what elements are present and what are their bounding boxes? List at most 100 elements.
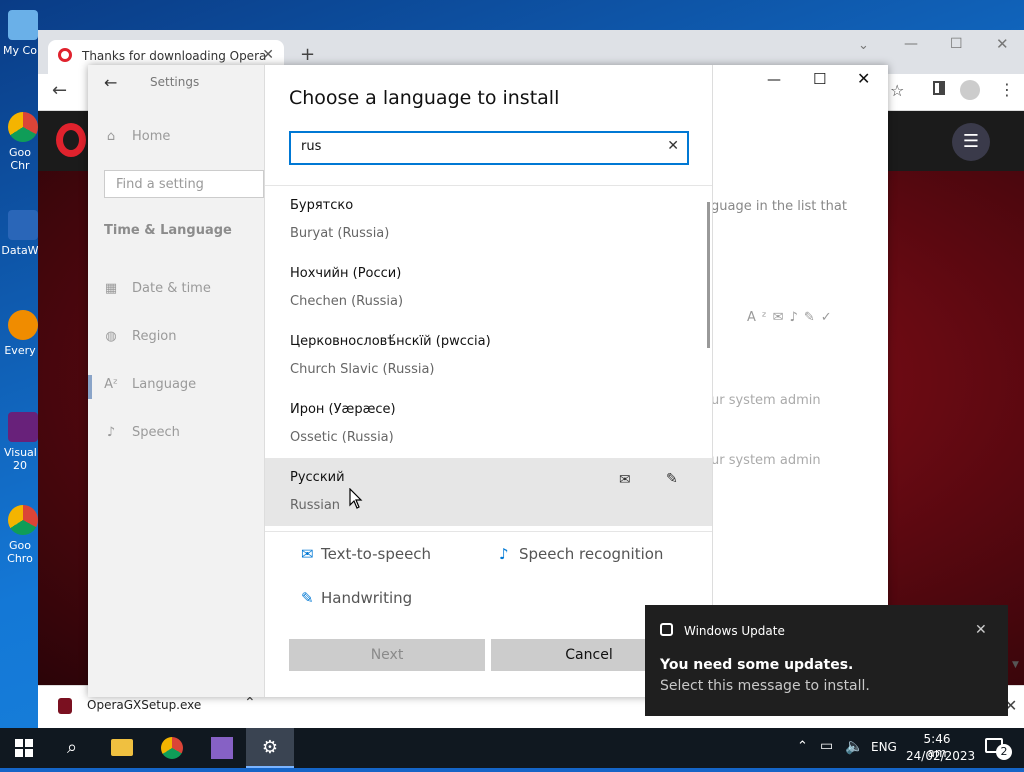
close-window-icon[interactable]: ✕ (996, 35, 1009, 53)
volume-icon[interactable]: 🔈 (845, 737, 864, 755)
chevron-up-icon[interactable]: ⌃ (244, 695, 256, 711)
back-arrow-icon[interactable]: ← (104, 73, 117, 92)
find-setting-input[interactable]: Find a setting (104, 170, 264, 198)
background-text: ur system admin (711, 453, 821, 468)
chrome-icon (8, 112, 38, 142)
hamburger-menu-icon[interactable]: ☰ (952, 123, 990, 161)
close-tab-icon[interactable]: ✕ (262, 47, 274, 63)
gear-icon: ⚙ (261, 737, 279, 758)
nav-language[interactable]: Aᶻ Language (104, 377, 196, 392)
show-hidden-icons-icon[interactable]: ⌃ (797, 739, 808, 754)
close-window-icon[interactable]: ✕ (857, 69, 870, 88)
notification-app-name: Windows Update (684, 624, 785, 638)
datawrapper-icon (8, 210, 38, 240)
taskbar: ⌕ ⚙ ⌃ ▭ 🔈 ENG 5:46 am 24/02/2023 2 (0, 728, 1024, 768)
language-item-chechen[interactable]: Нохчийн (Росси) Chechen (Russia) (265, 254, 712, 322)
search-icon: ⌕ (66, 737, 78, 758)
divider (265, 531, 712, 532)
settings-title: Settings (150, 75, 200, 89)
nav-date-time[interactable]: ▦ Date & time (104, 281, 211, 296)
action-center-button[interactable]: 2 (978, 728, 1024, 768)
chrome-icon (161, 737, 183, 759)
minimize-icon[interactable]: — (767, 72, 781, 88)
visual-studio-icon (8, 412, 38, 442)
bookmark-star-icon[interactable]: ☆ (890, 81, 904, 100)
text-to-speech-icon: ✉ (619, 472, 631, 488)
network-icon[interactable]: ▭ (820, 738, 833, 754)
language-icon: Aᶻ (104, 377, 118, 392)
desktop-icon-chrome[interactable]: Goo Chr (0, 112, 40, 172)
language-item-russian[interactable]: Русский Russian ✉ ✎ (265, 458, 712, 526)
language-search-input[interactable] (301, 139, 641, 154)
input-language[interactable]: ENG (871, 740, 897, 754)
language-search-box[interactable]: ✕ (289, 131, 689, 165)
installer-file-icon (58, 698, 72, 714)
background-text: guage in the list that (711, 199, 847, 214)
globe-icon: ◍ (105, 329, 117, 344)
clock-date[interactable]: 24/02/2023 (906, 749, 975, 763)
legend-text-to-speech: ✉ Text-to-speech (301, 545, 432, 563)
computer-icon (8, 10, 38, 40)
update-notification[interactable]: Windows Update ✕ You need some updates. … (645, 605, 1008, 716)
settings-sidebar: ← Settings ⌂ Home Find a setting Time & L… (88, 65, 264, 697)
file-explorer-button[interactable] (98, 728, 146, 768)
install-language-dialog: Choose a language to install ✕ Бурятско … (264, 65, 713, 697)
text-to-speech-icon: ✉ (301, 545, 314, 563)
opera-icon (58, 48, 72, 62)
language-item-church-slavic[interactable]: Церковнословѣ́нскїй (рwссіа) Church Slav… (265, 322, 712, 390)
maximize-icon[interactable]: ☐ (950, 36, 963, 52)
settings-content-right: — ☐ ✕ guage in the list that Aᶻ✉♪✎✓ ur s… (711, 65, 888, 697)
more-menu-icon[interactable]: ⋮ (999, 80, 1015, 99)
maximize-icon[interactable]: ☐ (813, 70, 826, 88)
close-notification-icon[interactable]: ✕ (975, 622, 987, 638)
legend-handwriting: ✎ Handwriting (301, 589, 413, 607)
background-text: ur system admin (711, 393, 821, 408)
notification-body: Select this message to install. (660, 678, 870, 694)
nav-speech[interactable]: ♪ Speech (104, 425, 180, 440)
desktop-icon-chrome-2[interactable]: Goo Chro (0, 505, 40, 565)
nav-home[interactable]: ⌂ Home (104, 129, 171, 144)
notification-title: You need some updates. (660, 657, 854, 673)
settings-taskbar-button[interactable]: ⚙ (246, 728, 294, 768)
microphone-icon: ♪ (106, 425, 116, 440)
language-item-ossetic[interactable]: Ирон (Уæрæсе) Ossetic (Russia) (265, 390, 712, 458)
side-panel-icon[interactable] (933, 81, 945, 95)
back-icon[interactable]: ← (52, 80, 67, 101)
start-button[interactable] (0, 728, 48, 768)
next-button[interactable]: Next (289, 639, 485, 671)
profile-icon[interactable] (960, 80, 980, 100)
opera-logo-icon (56, 123, 86, 157)
desktop-icon-everything[interactable]: Every (0, 310, 40, 357)
download-item-name[interactable]: OperaGXSetup.exe (87, 698, 201, 712)
visual-studio-icon (211, 737, 233, 759)
mouse-cursor-icon (349, 488, 363, 509)
desktop-icon-datawrapper[interactable]: DataW (0, 210, 40, 257)
visual-studio-taskbar-button[interactable] (198, 728, 246, 768)
language-features-icons: Aᶻ✉♪✎✓ (747, 310, 838, 325)
nav-region[interactable]: ◍ Region (104, 329, 176, 344)
list-scrollbar[interactable] (707, 202, 710, 348)
clear-search-icon[interactable]: ✕ (667, 138, 679, 154)
calendar-icon: ▦ (104, 281, 118, 296)
handwriting-icon: ✎ (301, 589, 314, 607)
legend-speech-recognition: ♪ Speech recognition (499, 545, 664, 563)
selected-indicator (88, 375, 92, 399)
language-list: Бурятско Buryat (Russia) Нохчийн (Росси)… (265, 185, 712, 526)
chrome-taskbar-button[interactable] (148, 728, 196, 768)
dialog-title: Choose a language to install (289, 87, 560, 109)
everything-icon (8, 310, 38, 340)
microphone-icon: ♪ (499, 545, 509, 563)
tab-search-icon[interactable]: ⌄ (858, 38, 869, 53)
windows-logo-icon (15, 739, 33, 757)
windows-update-icon (660, 623, 673, 636)
minimize-icon[interactable]: — (904, 36, 918, 52)
new-tab-icon[interactable]: + (300, 44, 315, 65)
language-item-buryat[interactable]: Бурятско Buryat (Russia) (265, 186, 712, 254)
desktop-icon-visual-studio[interactable]: Visual 20 (0, 412, 40, 472)
scroll-down-arrow-icon[interactable]: ▼ (1012, 660, 1019, 670)
handwriting-icon: ✎ (666, 471, 678, 487)
desktop-icon-this-pc[interactable]: My Co (0, 10, 40, 57)
home-icon: ⌂ (106, 129, 116, 144)
chrome-icon (8, 505, 38, 535)
search-taskbar-button[interactable]: ⌕ (48, 728, 96, 768)
